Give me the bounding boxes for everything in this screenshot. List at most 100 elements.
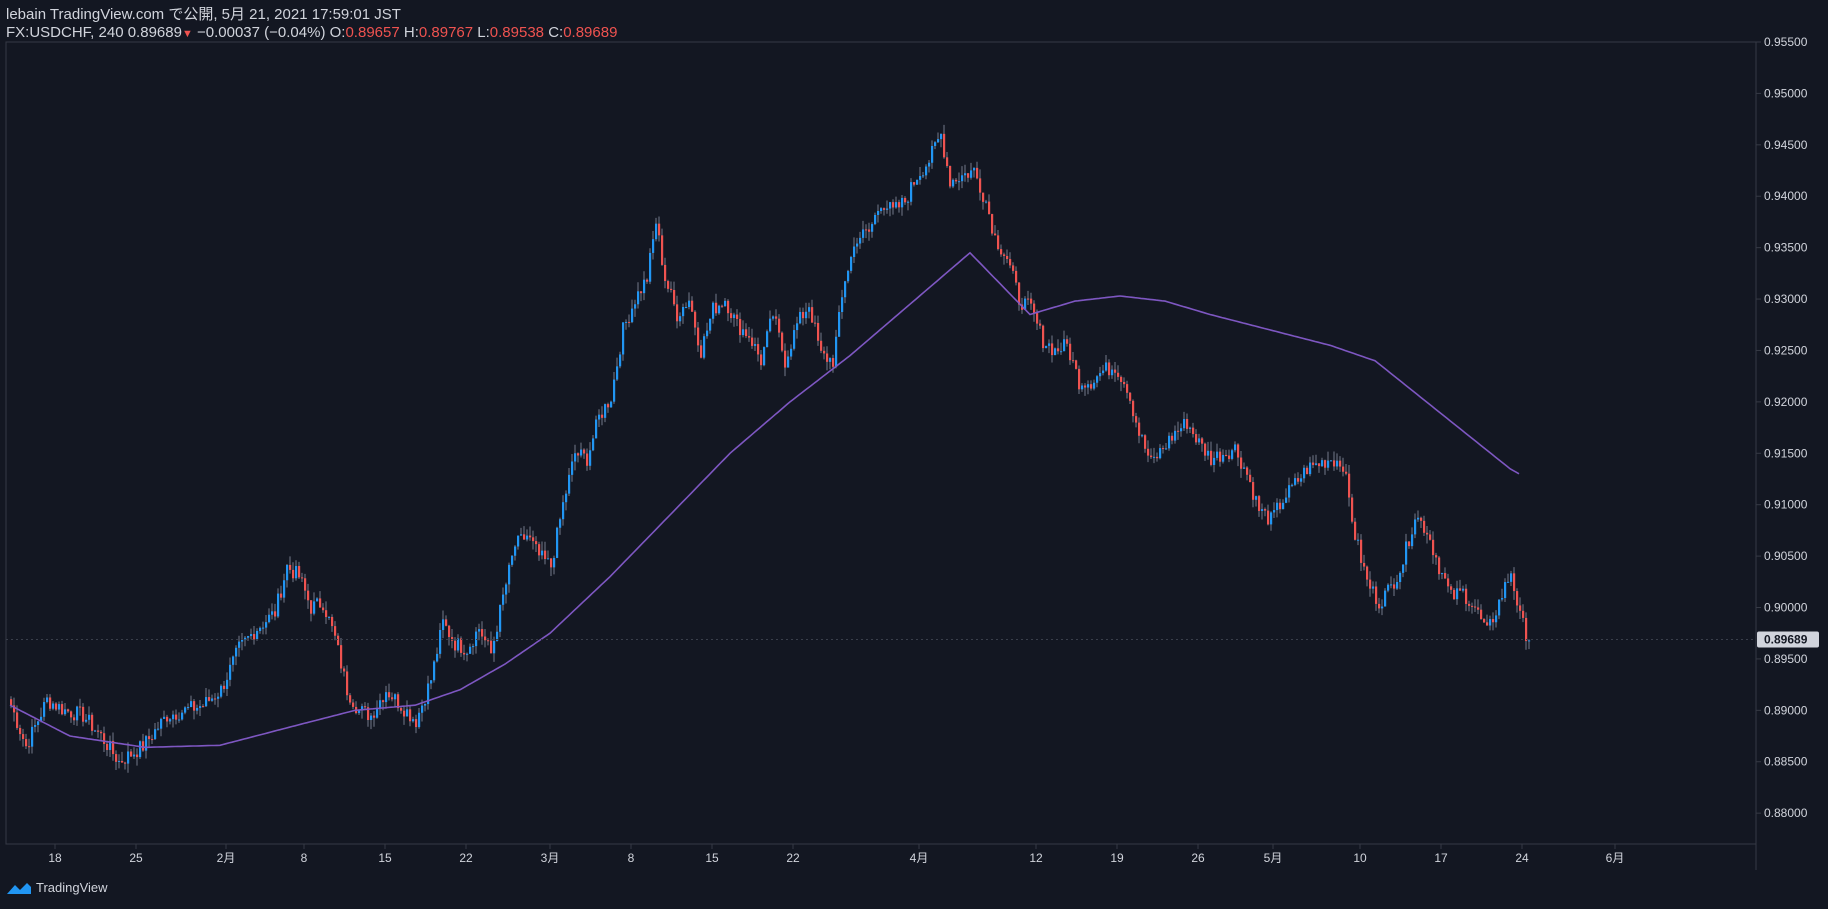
candle-body [976, 167, 979, 179]
y-tick-label: 0.94000 [1764, 189, 1808, 203]
candle [1207, 441, 1210, 460]
candle [1153, 447, 1156, 464]
candle-body [790, 348, 793, 357]
candle [82, 703, 85, 727]
candle-body [223, 685, 226, 689]
candle [1186, 413, 1189, 434]
candle-body [874, 214, 877, 225]
candle [1264, 507, 1267, 517]
candle-body [73, 717, 76, 721]
candle-body [208, 697, 211, 701]
candle-body [487, 640, 490, 642]
candle-body [451, 637, 454, 641]
candle [1096, 375, 1099, 388]
candle [271, 603, 274, 620]
candle [1426, 526, 1429, 544]
candle-body [493, 640, 496, 654]
candle-body [283, 580, 286, 598]
x-tick-label: 12 [1029, 851, 1043, 865]
candle [751, 328, 754, 349]
footer-brand[interactable]: TradingView [6, 880, 108, 895]
candle [838, 305, 841, 337]
candle-body [661, 235, 664, 265]
candle [757, 337, 760, 362]
candle-body [424, 704, 427, 706]
candle-body [700, 345, 703, 358]
candle-body [472, 646, 475, 648]
candle [679, 312, 682, 327]
candle [916, 179, 919, 185]
y-axis[interactable]: 0.95500 0.95000 0.94500 0.94000 0.93500 0.930… [1756, 35, 1808, 820]
candle-body [598, 414, 601, 420]
candle-body [895, 202, 898, 208]
candle-body [1474, 606, 1477, 608]
candle-body [136, 754, 139, 758]
candle-body [331, 616, 334, 627]
candle [1219, 448, 1222, 467]
candle [940, 133, 943, 148]
candle-body [1228, 455, 1231, 459]
candle [1360, 534, 1363, 571]
candle-body [1105, 362, 1108, 371]
candle [1462, 585, 1465, 593]
candle [148, 728, 151, 747]
candle-body [1363, 562, 1366, 567]
candle-body [799, 311, 802, 324]
candle [736, 309, 739, 327]
candle [1012, 262, 1015, 274]
price-chart[interactable]: 0.95500 0.95000 0.94500 0.94000 0.93500 0.930… [0, 0, 1828, 909]
candle-body [286, 564, 289, 581]
candle [649, 248, 652, 285]
candle-body [847, 270, 850, 282]
candle [403, 705, 406, 725]
candle-body [1528, 640, 1531, 642]
candle [199, 700, 202, 717]
candle-body [325, 610, 328, 618]
candle [52, 701, 55, 711]
candle-body [994, 233, 997, 236]
candle-body [457, 638, 460, 651]
candle-body [979, 178, 982, 193]
candle [355, 701, 358, 715]
candle [1456, 580, 1459, 605]
candle-body [988, 201, 991, 215]
candle-body [607, 404, 610, 408]
candle [160, 717, 163, 737]
candle-body [70, 711, 73, 718]
candle-body [1165, 448, 1168, 450]
candle-body [1006, 255, 1009, 260]
candle-body [1090, 384, 1093, 389]
candle-body [154, 729, 157, 740]
candle [934, 141, 937, 150]
candle-body [445, 619, 448, 626]
candle [928, 160, 931, 173]
candle-body [1069, 343, 1072, 361]
candle-body [1387, 584, 1390, 591]
candle-body [145, 736, 148, 751]
candle-body [1372, 586, 1375, 589]
candle [1009, 252, 1012, 269]
candle-body [991, 214, 994, 234]
candle-body [202, 706, 205, 708]
candle-body [1306, 467, 1309, 475]
candle [712, 301, 715, 324]
candle [1150, 448, 1153, 460]
candle [985, 199, 988, 204]
candle-body [304, 578, 307, 591]
candle [946, 152, 949, 168]
candle-body [196, 707, 199, 711]
candle [1345, 464, 1348, 476]
candle-body [1432, 539, 1435, 556]
candle [664, 257, 667, 289]
candle [1222, 449, 1225, 464]
candle-body [505, 584, 508, 595]
candle-body [250, 634, 253, 637]
x-axis[interactable]: 18 25 2月 8 15 22 3月 8 15 22 4月 12 19 26 5月 10 17 24 6月 [48, 844, 1624, 865]
candle-body [301, 577, 304, 579]
candle-body [763, 347, 766, 366]
candle [550, 558, 553, 577]
candle-body [1333, 460, 1336, 467]
candle [451, 628, 454, 649]
candle [532, 530, 535, 550]
candle [982, 192, 985, 210]
